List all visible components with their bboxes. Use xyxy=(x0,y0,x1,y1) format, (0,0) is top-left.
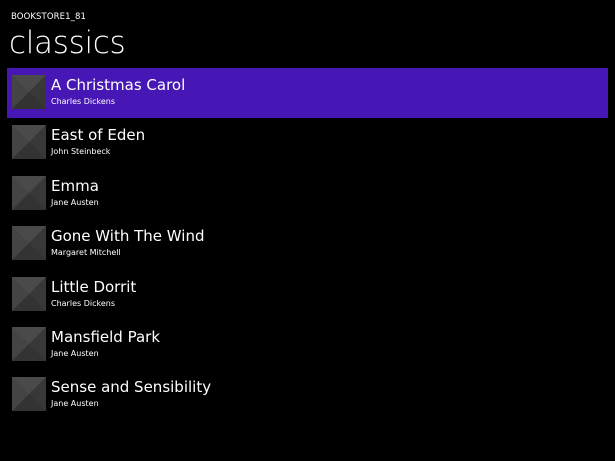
book-title: Mansfield Park xyxy=(51,327,161,346)
book-list-item[interactable]: Sense and Sensibility Jane Austen xyxy=(7,370,608,420)
book-list-item[interactable]: Little Dorrit Charles Dickens xyxy=(7,270,608,320)
book-author: John Steinbeck xyxy=(51,147,111,157)
book-author: Jane Austen xyxy=(51,197,99,207)
book-author: Margaret Mitchell xyxy=(51,248,121,258)
book-author: Charles Dickens xyxy=(51,298,115,308)
book-list-item[interactable]: Gone With The Wind Margaret Mitchell xyxy=(7,219,608,269)
book-cover-placeholder-icon xyxy=(12,75,46,109)
book-author: Jane Austen xyxy=(51,399,99,409)
book-title: A Christmas Carol xyxy=(51,76,186,94)
book-list-item[interactable]: Mansfield Park Jane Austen xyxy=(7,320,608,370)
book-cover-placeholder-icon xyxy=(12,326,46,361)
book-author: Jane Austen xyxy=(51,348,99,358)
book-title: Emma xyxy=(51,176,99,195)
book-cover-placeholder-icon xyxy=(12,276,46,311)
book-cover-placeholder-icon xyxy=(12,175,46,210)
book-title: Sense and Sensibility xyxy=(51,378,212,397)
book-cover-placeholder-icon xyxy=(12,125,46,160)
book-title: Little Dorrit xyxy=(51,277,137,296)
book-list-item[interactable]: East of Eden John Steinbeck xyxy=(7,118,608,168)
book-list-item[interactable]: Emma Jane Austen xyxy=(7,169,608,219)
book-author: Charles Dickens xyxy=(51,97,115,106)
page-title: classics xyxy=(9,25,126,61)
book-list: A Christmas Carol Charles Dickens East o… xyxy=(7,68,608,421)
book-title: East of Eden xyxy=(51,126,146,145)
book-cover-placeholder-icon xyxy=(12,226,46,261)
book-cover-placeholder-icon xyxy=(12,377,46,412)
book-title: Gone With The Wind xyxy=(51,227,205,246)
book-list-item[interactable]: A Christmas Carol Charles Dickens xyxy=(7,68,608,118)
